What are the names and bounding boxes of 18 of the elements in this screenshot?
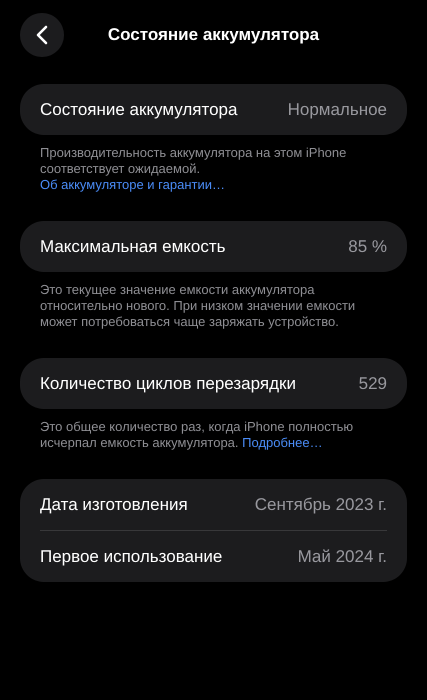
row-label: Состояние аккумулятора — [40, 100, 238, 120]
footnote-text: Это общее количество раз, когда iPhone полностью исчерпал емкость аккумулятора. Подробнее… — [40, 419, 354, 451]
row-value: Нормальное — [288, 100, 387, 120]
back-button[interactable] — [20, 13, 64, 57]
footnote-text: Производительность аккумулятора на этом iPhone соответствует ожидаемой. Об аккумуляторе и гарантии… — [40, 145, 348, 193]
row-label: Количество циклов перезарядки — [40, 374, 296, 394]
back-chevron-icon — [36, 25, 48, 45]
footnote-text: Это текущее значение емкости аккумулятора относительно нового. При низком значении емкости может потребоваться чаще заряжать устройство. — [40, 282, 356, 330]
row-value: Май 2024 г. — [298, 546, 387, 566]
row-label: Дата изготовления — [40, 494, 188, 514]
row-label: Максимальная емкость — [40, 236, 226, 256]
row-value: 529 — [358, 374, 387, 394]
row-label: Первое использование — [40, 546, 222, 566]
info-link[interactable]: Подробнее… — [242, 435, 323, 450]
row-value: 85 % — [348, 236, 387, 256]
info-link[interactable]: Об аккумуляторе и гарантии… — [40, 177, 225, 192]
row-value: Сентябрь 2023 г. — [254, 494, 387, 514]
screen-title: Состояние аккумулятора — [106, 25, 320, 45]
